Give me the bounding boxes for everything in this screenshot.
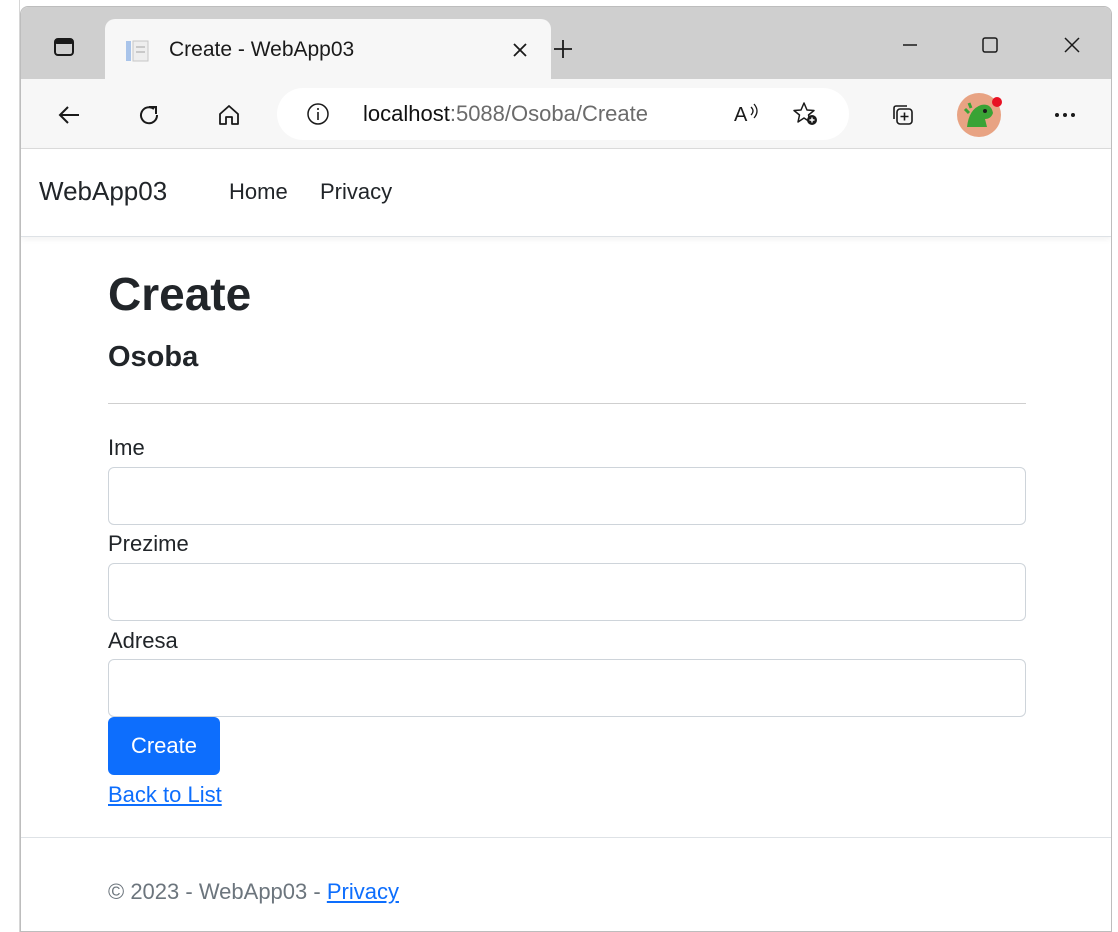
adresa-input[interactable] <box>108 659 1026 717</box>
tab-actions-button[interactable] <box>35 25 93 69</box>
close-tab-icon[interactable] <box>503 33 537 67</box>
create-button[interactable]: Create <box>108 717 220 775</box>
site-navbar: WebApp03 Home Privacy <box>21 149 1111 237</box>
refresh-icon[interactable] <box>127 93 171 137</box>
ime-input[interactable] <box>108 467 1026 525</box>
maximize-icon[interactable] <box>965 25 1015 65</box>
browser-toolbar: localhost:5088/Osoba/Create A <box>21 79 1111 149</box>
nav-link-privacy[interactable]: Privacy <box>320 179 392 205</box>
footer-privacy-link[interactable]: Privacy <box>327 879 399 904</box>
collections-icon[interactable] <box>881 93 925 137</box>
page-title: Create <box>108 268 252 320</box>
page-favicon-icon <box>125 39 149 63</box>
profile-avatar[interactable] <box>957 93 1002 137</box>
footer-divider <box>21 837 1111 838</box>
prezime-input[interactable] <box>108 563 1026 621</box>
url-host: localhost <box>363 101 450 126</box>
new-tab-icon[interactable] <box>541 27 585 71</box>
minimize-icon[interactable] <box>885 25 935 65</box>
svg-text:A: A <box>734 104 748 126</box>
home-icon[interactable] <box>207 93 251 137</box>
tab-title: Create - WebApp03 <box>169 38 355 61</box>
tab-bar: Create - WebApp03 <box>21 7 1111 79</box>
entity-subtitle: Osoba <box>108 341 199 373</box>
divider <box>108 403 1026 404</box>
more-options-icon[interactable] <box>1043 93 1087 137</box>
nav-link-home[interactable]: Home <box>229 179 288 205</box>
site-brand[interactable]: WebApp03 <box>39 176 167 207</box>
active-tab[interactable]: Create - WebApp03 <box>105 19 551 79</box>
address-bar[interactable]: localhost:5088/Osoba/Create A <box>277 88 849 140</box>
site-info-icon[interactable] <box>303 99 333 129</box>
back-to-list-link[interactable]: Back to List <box>108 782 222 808</box>
back-arrow-icon[interactable] <box>47 93 91 137</box>
close-window-icon[interactable] <box>1047 25 1097 65</box>
browser-window: Create - WebApp03 localhost:5088/Osoba/C… <box>20 6 1112 932</box>
label-ime: Ime <box>108 435 145 460</box>
label-prezime: Prezime <box>108 531 189 556</box>
notification-dot <box>992 97 1002 107</box>
add-favorite-icon[interactable] <box>787 97 823 131</box>
url-path: :5088/Osoba/Create <box>449 101 648 126</box>
footer-copyright: © 2023 - WebApp03 - <box>108 879 327 904</box>
read-aloud-icon[interactable]: A <box>729 97 765 131</box>
site-footer: © 2023 - WebApp03 - Privacy <box>108 879 399 905</box>
label-adresa: Adresa <box>108 628 178 653</box>
url-text[interactable]: localhost:5088/Osoba/Create <box>363 101 648 127</box>
web-page: WebApp03 Home Privacy Create Osoba Ime P… <box>21 149 1111 931</box>
tab-actions-icon <box>52 35 76 59</box>
desktop-background-left <box>0 0 20 932</box>
